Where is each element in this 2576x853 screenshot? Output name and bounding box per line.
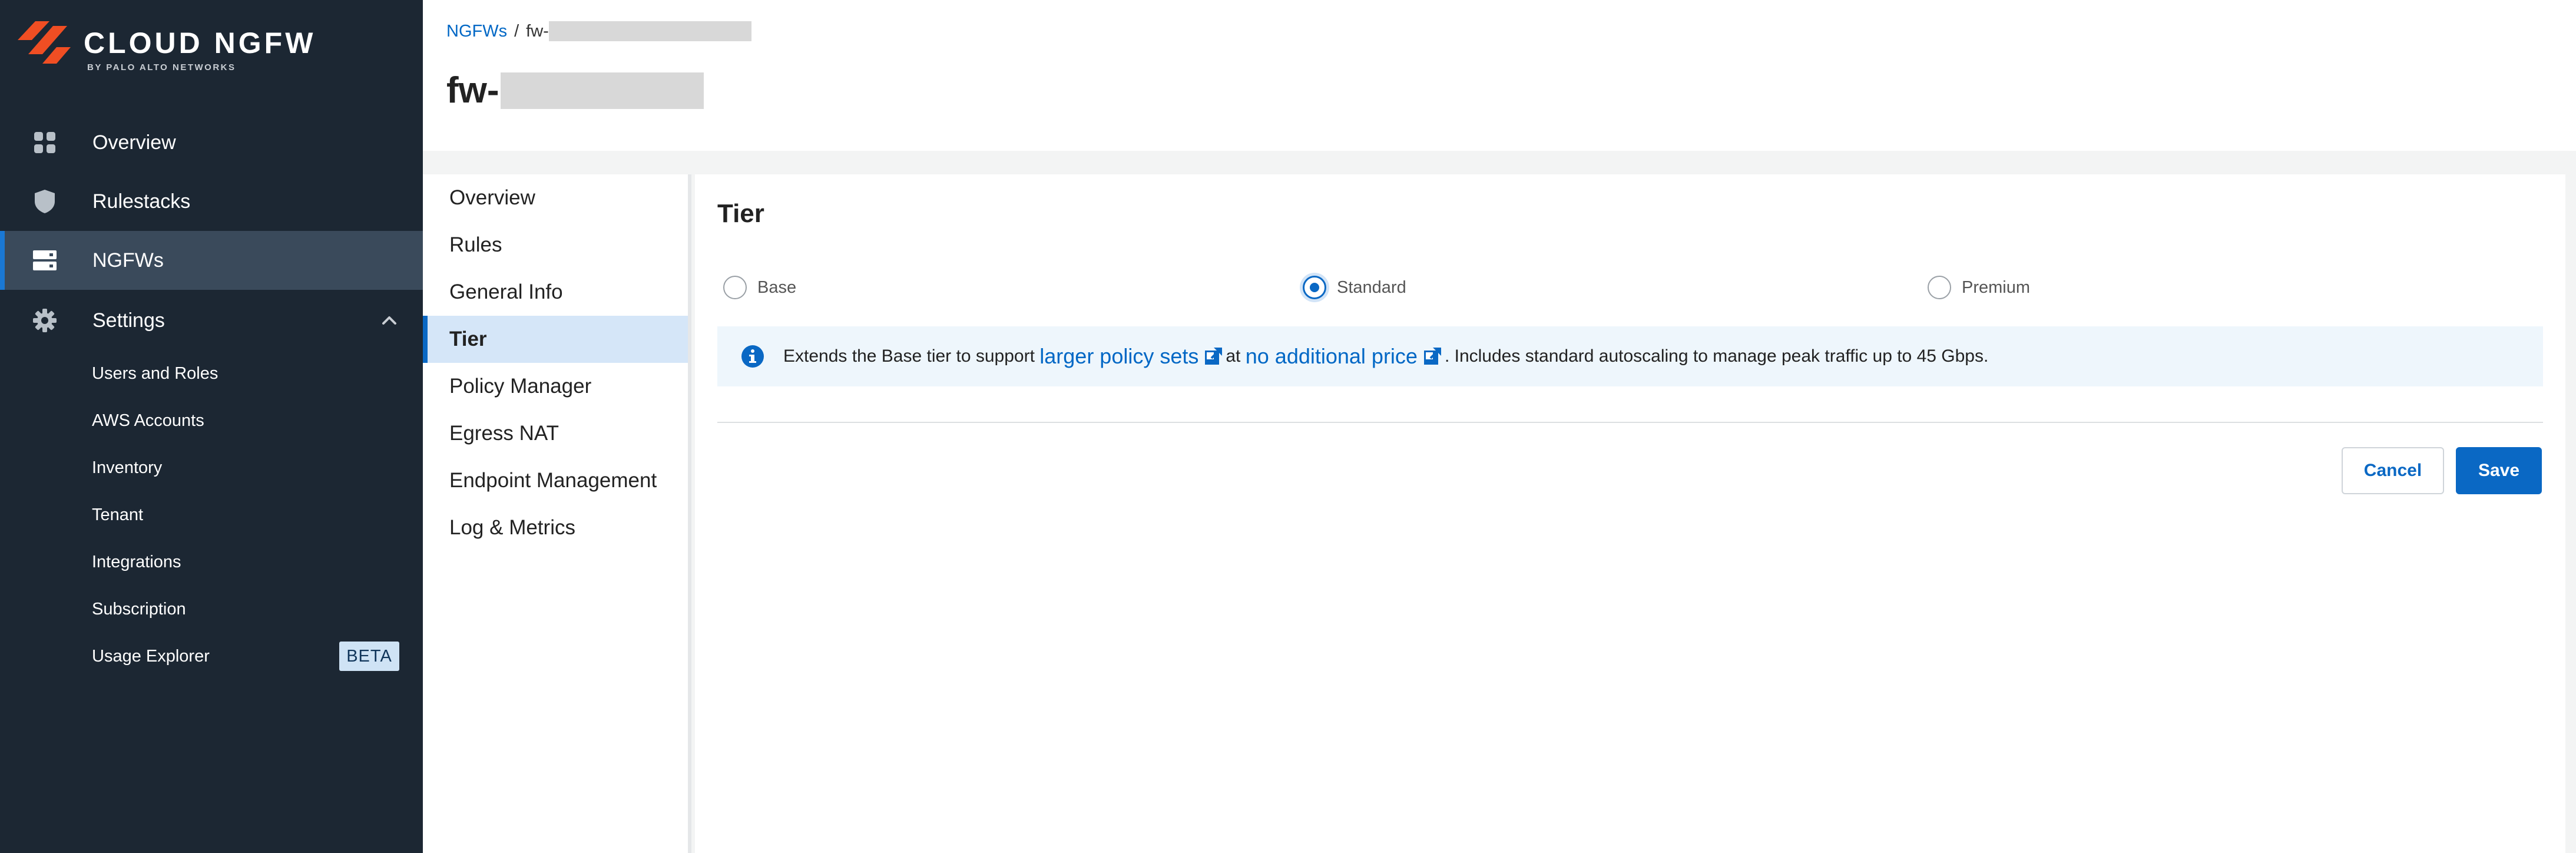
grid-icon bbox=[32, 130, 58, 156]
sidebar-subitem-aws-accounts[interactable]: AWS Accounts bbox=[92, 403, 398, 438]
subnav-item-tier[interactable]: Tier bbox=[423, 316, 688, 363]
gear-icon bbox=[32, 308, 58, 333]
sidebar-subitem-inventory[interactable]: Inventory bbox=[92, 450, 398, 485]
section-title: Tier bbox=[717, 199, 764, 228]
brand-subtitle: BY PALO ALTO NETWORKS bbox=[87, 62, 236, 72]
sidebar-item-label: NGFWs bbox=[92, 249, 164, 272]
sidebar-item-label: Rulestacks bbox=[92, 190, 191, 213]
info-suffix: . Includes standard autoscaling to manag… bbox=[1444, 346, 1989, 366]
beta-badge: BETA bbox=[339, 642, 399, 671]
subnav-item-egress-nat[interactable]: Egress NAT bbox=[423, 410, 688, 457]
page-title: fw- bbox=[446, 70, 704, 111]
sidebar: CLOUD NGFW BY PALO ALTO NETWORKS Overvie… bbox=[0, 0, 423, 853]
radio-button[interactable] bbox=[723, 276, 747, 299]
sidebar-subitem-tenant[interactable]: Tenant bbox=[92, 497, 398, 533]
cancel-button[interactable]: Cancel bbox=[2342, 447, 2444, 494]
redacted-name bbox=[548, 21, 751, 41]
no-additional-price-link[interactable]: no additional price bbox=[1246, 344, 1445, 369]
brand-logo[interactable]: CLOUD NGFW BY PALO ALTO NETWORKS bbox=[18, 21, 406, 74]
shield-icon bbox=[32, 189, 58, 214]
sidebar-item-ngfws[interactable]: NGFWs bbox=[0, 231, 423, 290]
radio-label: Premium bbox=[1962, 277, 2031, 297]
save-button[interactable]: Save bbox=[2456, 447, 2542, 494]
external-link-icon bbox=[1205, 348, 1223, 365]
page-header: NGFWs / fw- fw- bbox=[423, 0, 2576, 151]
larger-policy-sets-link[interactable]: larger policy sets bbox=[1039, 344, 1226, 369]
external-link-icon bbox=[1423, 348, 1441, 365]
info-icon bbox=[741, 345, 764, 368]
chevron-up-icon[interactable] bbox=[379, 310, 399, 330]
radio-label: Standard bbox=[1337, 277, 1406, 297]
sidebar-subitem-subscription[interactable]: Subscription bbox=[92, 591, 398, 627]
breadcrumb-separator: / bbox=[514, 21, 519, 41]
info-prefix: Extends the Base tier to support bbox=[783, 346, 1035, 366]
tier-option-premium[interactable]: Premium bbox=[1928, 271, 2030, 304]
info-middle: at bbox=[1226, 346, 1241, 366]
divider bbox=[717, 422, 2543, 423]
subnav-item-rules[interactable]: Rules bbox=[423, 221, 688, 269]
sidebar-subitem-integrations[interactable]: Integrations bbox=[92, 544, 398, 580]
server-icon bbox=[32, 247, 58, 273]
radio-label: Base bbox=[757, 277, 797, 297]
sidebar-item-settings[interactable]: Settings bbox=[0, 291, 423, 350]
tier-info-banner: Extends the Base tier to support larger … bbox=[717, 326, 2543, 386]
subnav-item-endpoint-management[interactable]: Endpoint Management bbox=[423, 457, 688, 504]
radio-button[interactable] bbox=[1303, 276, 1326, 299]
subnav-item-log-metrics[interactable]: Log & Metrics bbox=[423, 504, 688, 551]
breadcrumb-current: fw- bbox=[526, 21, 549, 41]
subnav-item-general-info[interactable]: General Info bbox=[423, 269, 688, 316]
tier-option-base[interactable]: Base bbox=[723, 271, 796, 304]
subnav-item-policy-manager[interactable]: Policy Manager bbox=[423, 363, 688, 410]
palo-alto-logo-icon bbox=[18, 21, 71, 64]
link-text: no additional price bbox=[1245, 344, 1418, 368]
tier-option-standard[interactable]: Standard bbox=[1303, 271, 1406, 304]
redacted-name bbox=[500, 72, 704, 109]
sidebar-subitem-users-and-roles[interactable]: Users and Roles bbox=[92, 356, 398, 391]
subnav-item-overview[interactable]: Overview bbox=[423, 174, 688, 221]
breadcrumb: NGFWs / fw- bbox=[446, 21, 751, 41]
firewall-subnav: Overview Rules General Info Tier Policy … bbox=[423, 174, 691, 853]
tier-panel: Tier Base Standard Premium Extends the B… bbox=[695, 174, 2565, 853]
sidebar-item-label: Settings bbox=[92, 309, 165, 332]
sidebar-item-overview[interactable]: Overview bbox=[0, 113, 423, 172]
info-text: Extends the Base tier to support larger … bbox=[783, 344, 1988, 369]
sidebar-item-rulestacks[interactable]: Rulestacks bbox=[0, 172, 423, 231]
radio-button[interactable] bbox=[1928, 276, 1951, 299]
page-title-text: fw- bbox=[446, 70, 499, 111]
sidebar-item-label: Overview bbox=[92, 131, 176, 154]
brand-name: CLOUD NGFW bbox=[84, 27, 316, 59]
breadcrumb-link-ngfws[interactable]: NGFWs bbox=[446, 22, 507, 41]
link-text: larger policy sets bbox=[1039, 344, 1199, 368]
